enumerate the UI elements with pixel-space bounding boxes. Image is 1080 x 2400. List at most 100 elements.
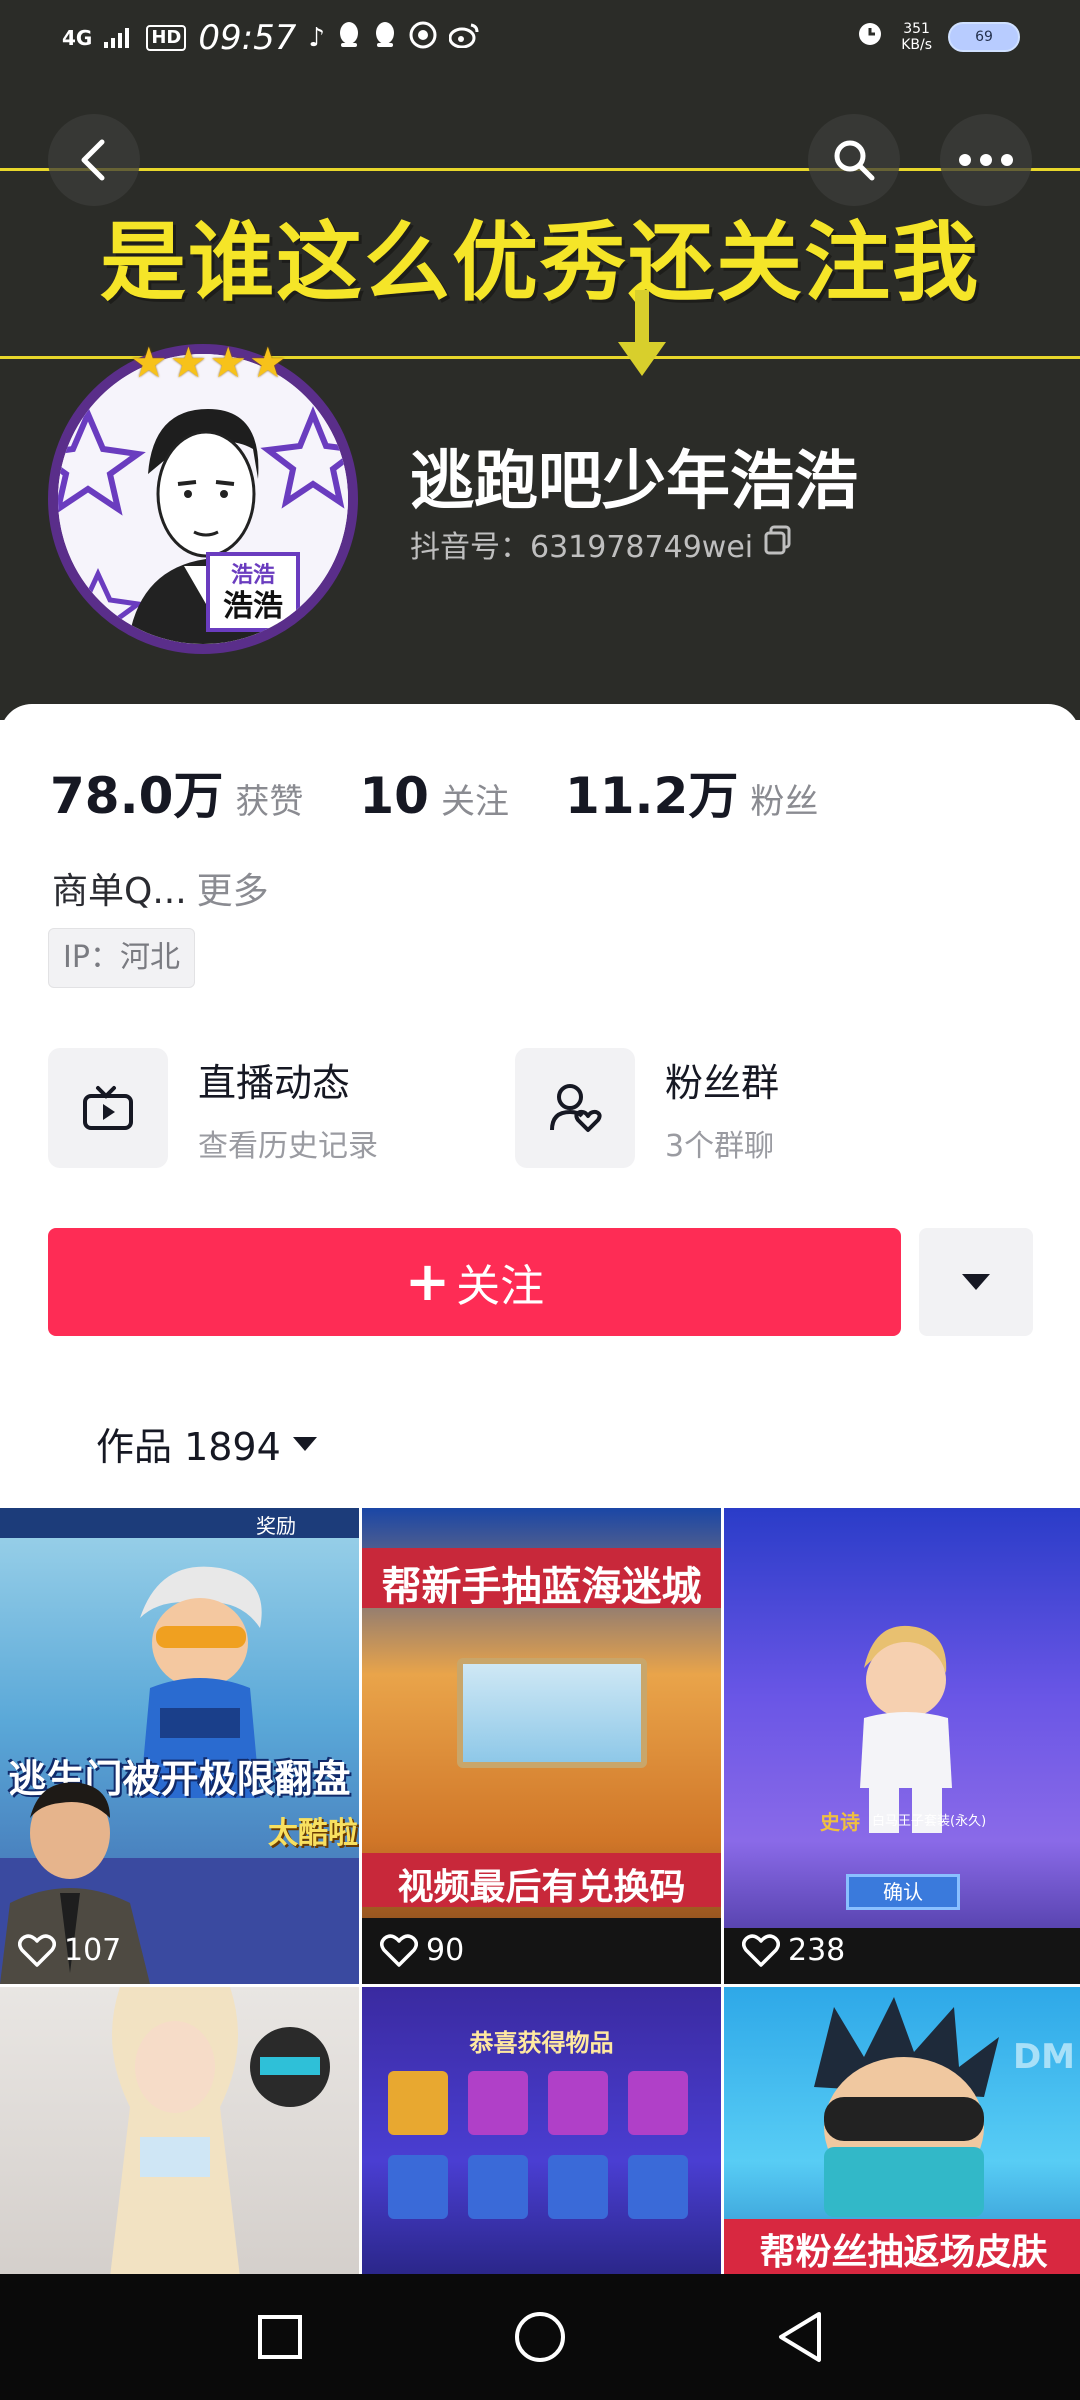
video-likes: 107	[18, 1933, 121, 1968]
video-caption-secondary: 视频最后有兑换码	[397, 1867, 686, 1908]
profile-nickname: 逃跑吧少年浩浩	[410, 444, 858, 519]
tab-works-label: 作品 1894	[96, 1425, 281, 1469]
profile-card: 78.0万 获赞 10 关注 11.2万 粉丝 商单Q... 更多 IP：河北 直…	[0, 704, 1080, 1514]
ip-location-badge: IP：河北	[48, 928, 195, 988]
net-speed: 351 KB/s	[901, 21, 932, 53]
bio-text: 商单Q...	[52, 871, 187, 912]
video-tile[interactable]: 恭喜获得物品	[362, 1987, 721, 2274]
stat-followers[interactable]: 11.2万 粉丝	[565, 756, 818, 828]
avatar-image: 浩浩 浩浩	[58, 354, 348, 644]
browser-icon	[409, 21, 437, 56]
fan-group-subtitle: 3个群聊	[665, 1128, 775, 1164]
stat-likes[interactable]: 78.0万 获赞	[50, 756, 303, 828]
stat-likes-label: 获赞	[235, 782, 304, 822]
reward-slot	[628, 2155, 688, 2219]
status-bar: 4G HD 09:57 ♪ 351 KB/s 69	[0, 0, 1080, 84]
home-button[interactable]	[500, 2297, 580, 2377]
fan-group-entry[interactable]: 粉丝群 3个群聊	[515, 1048, 779, 1168]
live-title: 直播动态	[198, 1060, 351, 1105]
status-right: 351 KB/s 69	[855, 18, 1020, 56]
signal-icon	[104, 21, 134, 56]
video-top-label: 奖励	[256, 1514, 296, 1538]
tab-works[interactable]: 作品 1894	[96, 1416, 317, 1471]
cosplay-photo	[110, 1987, 330, 2274]
status-left: 4G HD 09:57 ♪	[62, 18, 479, 58]
avatar-stars: ★ ★ ★ ★	[130, 342, 287, 384]
heart-icon	[742, 1933, 780, 1967]
stat-following-label: 关注	[440, 782, 509, 822]
sort-dropdown-icon	[292, 1436, 317, 1451]
square-icon	[258, 2315, 302, 2359]
back-nav-button[interactable]	[760, 2297, 840, 2377]
more-button[interactable]	[940, 114, 1032, 206]
network-label: 4G	[62, 26, 93, 50]
heart-icon	[380, 1933, 418, 1967]
game-character-image	[814, 1997, 999, 2217]
alarm-icon	[855, 18, 885, 56]
reward-slot	[388, 2071, 448, 2135]
live-history-entry[interactable]: 直播动态 查看历史记录	[48, 1048, 378, 1168]
reward-slot	[388, 2155, 448, 2219]
stat-following-number: 10	[359, 767, 429, 825]
avatar[interactable]: 浩浩 浩浩	[48, 344, 358, 654]
weibo-icon	[448, 22, 479, 55]
qq-icon-2	[373, 21, 397, 56]
copy-icon[interactable]	[763, 525, 793, 563]
reward-slot	[548, 2155, 608, 2219]
video-tile[interactable]: 帮新手抽蓝海迷城 视频最后有兑换码 90	[362, 1508, 721, 1984]
video-likes-count: 238	[788, 1933, 846, 1968]
recent-apps-button[interactable]	[240, 2297, 320, 2377]
video-caption: 恭喜获得物品	[469, 2029, 614, 2057]
banner-arrow-icon	[618, 290, 666, 380]
star-icon: ★	[248, 338, 287, 387]
video-tile[interactable]	[0, 1987, 359, 2274]
reward-slot	[628, 2071, 688, 2135]
banner-text: 是谁这么优秀还关注我	[100, 213, 980, 313]
video-likes: 238	[742, 1933, 845, 1968]
video-grid: 奖励 逃生门被开极限翻盘 太酷啦 107 帮新手抽蓝海迷城 视频最后有兑换码 9…	[0, 1508, 1080, 2274]
tiktok-icon: ♪	[308, 23, 325, 53]
star-icon: ★	[130, 338, 168, 387]
recommend-dropdown-button[interactable]	[919, 1228, 1033, 1336]
avatar-badge-bottom: 浩浩	[223, 589, 283, 624]
star-icon: ★	[169, 338, 208, 387]
bio[interactable]: 商单Q... 更多	[52, 862, 269, 914]
stats-row: 78.0万 获赞 10 关注 11.2万 粉丝	[50, 756, 874, 828]
video-likes: 90	[380, 1933, 464, 1968]
search-button[interactable]	[808, 114, 900, 206]
banner-line-top	[0, 168, 1080, 171]
video-likes-count: 90	[426, 1933, 465, 1968]
game-topbar	[0, 1508, 359, 1538]
heart-icon	[18, 1933, 56, 1967]
back-arrow-icon	[81, 139, 105, 181]
reward-grid	[388, 2071, 698, 2271]
hd-badge: HD	[146, 25, 187, 51]
video-tile[interactable]: DM 帮粉丝抽返场皮肤	[724, 1987, 1080, 2274]
live-tv-icon	[48, 1048, 168, 1168]
net-speed-value: 351	[903, 21, 930, 37]
status-time: 09:57	[198, 18, 297, 58]
follow-label: 关注	[456, 1261, 545, 1312]
circle-icon	[515, 2312, 565, 2362]
reward-slot	[468, 2071, 528, 2135]
game-character-image	[860, 1625, 952, 1833]
net-speed-unit: KB/s	[901, 37, 932, 53]
rarity-label: 史诗	[820, 1810, 860, 1834]
back-button[interactable]	[48, 114, 140, 206]
stat-followers-number: 11.2万	[564, 767, 739, 825]
star-icon: ★	[209, 338, 247, 387]
follow-button[interactable]: + 关注	[48, 1228, 901, 1336]
reward-slot	[468, 2155, 528, 2219]
fan-group-icon	[515, 1048, 635, 1168]
douyin-id-text: 抖音号：631978749wei	[410, 530, 754, 565]
chevron-down-icon	[962, 1274, 990, 1290]
bio-more-link[interactable]: 更多	[197, 871, 269, 912]
video-tile[interactable]: 奖励 逃生门被开极限翻盘 太酷啦 107	[0, 1508, 359, 1984]
video-caption: 帮新手抽蓝海迷城	[381, 1564, 702, 1610]
mystery-box-image	[457, 1658, 647, 1768]
stat-following[interactable]: 10 关注	[359, 767, 509, 825]
video-tile[interactable]: 史诗 白马王子套装(永久) 确认 238	[724, 1508, 1080, 1984]
video-caption-secondary: 太酷啦	[268, 1816, 358, 1851]
stat-likes-number: 78.0万	[50, 767, 224, 825]
avatar-badge-top: 浩浩	[231, 563, 275, 588]
